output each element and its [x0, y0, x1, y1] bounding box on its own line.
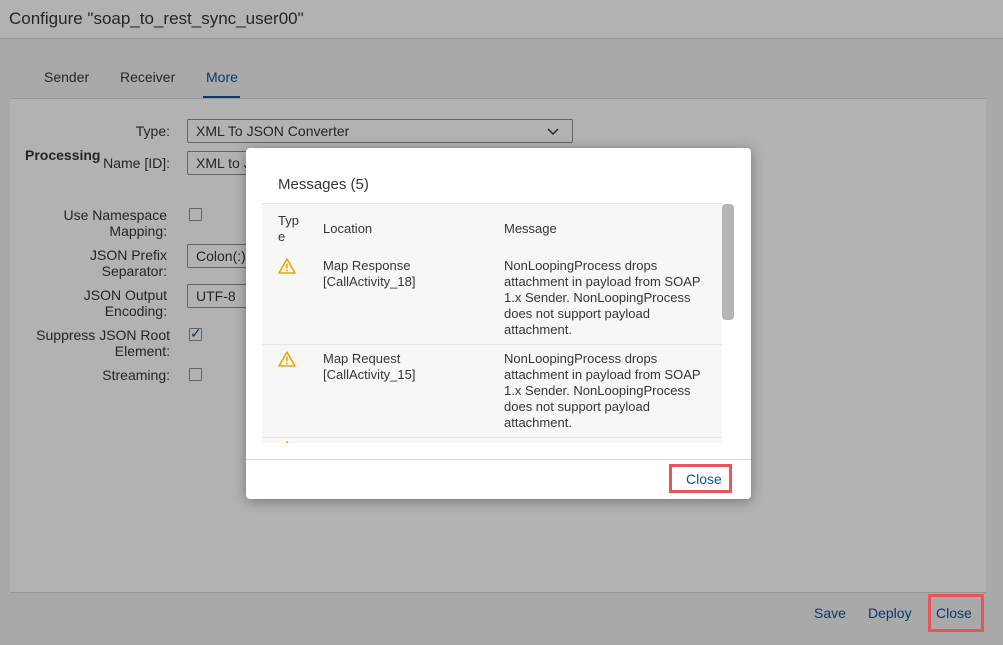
table-row[interactable]: Map Response [CallActivity_18] NonLoopin… — [262, 252, 722, 345]
row-message: NonLoopingProcess drops attachment in pa… — [504, 351, 701, 431]
row-message-line1: NonLoopingProcess drops — [504, 258, 658, 273]
table-row[interactable]: Map Request [CallActivity_15] NonLooping… — [262, 345, 722, 438]
footer-close-highlight — [928, 594, 984, 632]
column-header-type-line1: Typ — [278, 213, 299, 228]
row-message: NonLoopingProcess drops attachment in pa… — [504, 258, 701, 338]
dialog-close-highlight — [669, 464, 732, 493]
row-message-line4: does not support payload — [504, 306, 650, 321]
row-message-line3: 1.x Sender. NonLoopingProcess — [504, 290, 691, 305]
table-scrollbar[interactable] — [722, 204, 734, 320]
column-header-location: Location — [323, 221, 373, 236]
row-location-line1: Map Request — [323, 351, 401, 366]
row-message-line1: NonLoopingProcess drops — [504, 351, 658, 366]
messages-dialog: Messages (5) Typ e Location Message Map … — [246, 148, 751, 499]
column-header-message: Message — [504, 221, 557, 236]
messages-table: Typ e Location Message Map Response [Cal… — [262, 203, 735, 443]
row-message-line2: attachment in payload from SOAP — [504, 367, 701, 382]
column-header-type: Typ e — [278, 213, 299, 245]
row-message-line5: attachment. — [504, 322, 572, 337]
row-message-line5: attachment. — [504, 415, 572, 430]
column-header-type-line2: e — [278, 229, 286, 244]
row-location-line2: [CallActivity_15] — [323, 367, 416, 382]
warning-icon — [285, 441, 289, 443]
table-row[interactable] — [262, 438, 722, 443]
dialog-title: Messages (5) — [278, 176, 369, 193]
row-location-line2: [CallActivity_18] — [323, 274, 416, 289]
row-message-line3: 1.x Sender. NonLoopingProcess — [504, 383, 691, 398]
row-location: Map Response [CallActivity_18] — [323, 258, 415, 290]
row-location-line1: Map Response — [323, 258, 411, 273]
table-header: Typ e Location Message — [262, 203, 722, 253]
warning-icon — [278, 258, 296, 274]
row-message-line4: does not support payload — [504, 399, 650, 414]
row-message-line2: attachment in payload from SOAP — [504, 274, 701, 289]
warning-icon — [278, 351, 296, 367]
row-location: Map Request [CallActivity_15] — [323, 351, 415, 383]
